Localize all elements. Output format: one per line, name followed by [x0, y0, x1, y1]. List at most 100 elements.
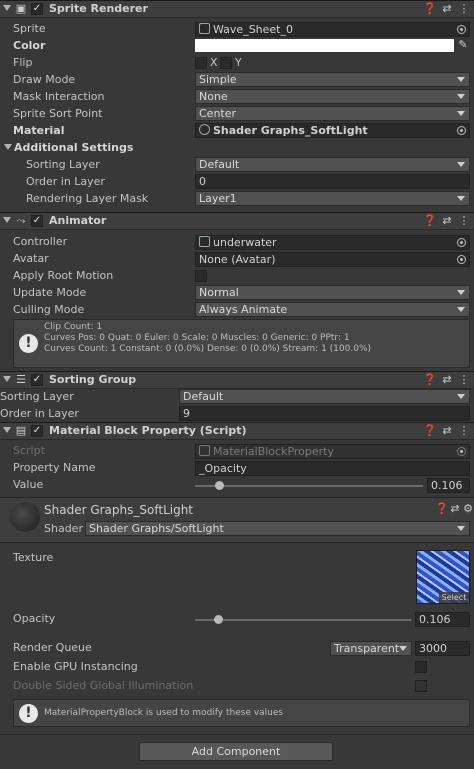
object-picker-icon[interactable] [457, 255, 466, 264]
sg-sorting-layer-value: Default [183, 390, 224, 403]
order-in-layer-field[interactable]: 0 [195, 174, 470, 189]
texture-select-button[interactable]: Select [439, 592, 469, 603]
more-menu-icon[interactable]: ⋮ [458, 374, 470, 386]
opacity-field[interactable]: 0.106 [415, 612, 470, 627]
object-picker-icon[interactable] [457, 126, 466, 135]
chevron-down-icon [457, 394, 465, 399]
help-icon[interactable]: ❓ [423, 425, 437, 437]
more-menu-icon[interactable]: ⋮ [458, 425, 470, 437]
draw-mode-value: Simple [199, 73, 237, 86]
sprite-renderer-enabled-checkbox[interactable]: ✓ [31, 3, 43, 15]
texture-thumbnail[interactable]: Select [416, 550, 470, 604]
script-label: Script [13, 444, 45, 457]
opacity-slider-handle[interactable] [213, 615, 223, 624]
flip-y-checkbox[interactable] [220, 57, 232, 69]
add-component-button[interactable]: Add Component [139, 742, 333, 761]
foldout-icon[interactable] [3, 376, 11, 382]
sg-sorting-layer-dropdown[interactable]: Default [179, 389, 470, 404]
texture-label: Texture [13, 551, 54, 564]
info-icon: ! [19, 334, 38, 353]
info-icon: ! [19, 704, 38, 723]
avatar-field[interactable]: None (Avatar) [195, 252, 470, 267]
sort-point-value: Center [199, 107, 237, 120]
controller-field[interactable]: underwater [195, 235, 470, 250]
controller-label: Controller [13, 235, 68, 248]
value-field[interactable]: 0.106 [427, 478, 470, 493]
sort-point-dropdown[interactable]: Center [195, 106, 470, 121]
script-asset-icon [199, 445, 210, 456]
presets-icon[interactable]: ⇄ [441, 215, 453, 227]
value-slider-track[interactable] [195, 485, 423, 487]
material-preview-sphere [10, 502, 40, 532]
presets-icon[interactable]: ⇄ [441, 425, 453, 437]
flip-x-checkbox[interactable] [195, 57, 207, 69]
foldout-icon[interactable] [3, 217, 11, 223]
culling-mode-label: Culling Mode [13, 303, 85, 316]
opacity-label: Opacity [13, 612, 56, 625]
presets-icon[interactable]: ⇄ [441, 3, 453, 15]
gpu-instancing-checkbox[interactable] [415, 661, 427, 673]
sprite-value: Wave_Sheet_0 [213, 23, 293, 36]
chevron-down-icon [457, 196, 465, 201]
gpu-instancing-label: Enable GPU Instancing [13, 660, 138, 673]
rendering-layer-mask-label: Rendering Layer Mask [26, 192, 149, 205]
property-name-field[interactable]: _Opacity [195, 461, 470, 476]
value-slider-handle[interactable] [215, 481, 225, 490]
property-name-label: Property Name [13, 461, 96, 474]
animator-info-box: ! Clip Count: 1 Curves Pos: 0 Quat: 0 Eu… [13, 319, 470, 368]
controller-asset-icon [199, 236, 210, 247]
foldout-icon[interactable] [3, 5, 11, 11]
chevron-down-icon [457, 94, 465, 99]
mask-interaction-dropdown[interactable]: None [195, 89, 470, 104]
presets-icon[interactable]: ⇄ [449, 503, 461, 515]
sprite-field[interactable]: Wave_Sheet_0 [195, 22, 470, 37]
culling-mode-dropdown[interactable]: Always Animate [195, 302, 470, 317]
apply-root-motion-checkbox[interactable] [195, 270, 207, 282]
sorting-group-header[interactable]: ☰ ✓ Sorting Group ❓ ⇄ ⋮ [0, 371, 474, 389]
render-queue-mode-value: Transparent [334, 642, 400, 655]
help-icon[interactable]: ❓ [423, 215, 437, 227]
sg-order-in-layer-field[interactable]: 9 [179, 406, 470, 421]
material-field[interactable]: Shader Graphs_SoftLight [195, 123, 470, 138]
shader-dropdown[interactable]: Shader Graphs/SoftLight [85, 521, 470, 536]
value-label: Value [13, 478, 44, 491]
opacity-slider-track[interactable] [195, 619, 411, 621]
color-swatch[interactable] [195, 39, 454, 52]
render-queue-mode-dropdown[interactable]: Transparent [330, 641, 412, 656]
draw-mode-dropdown[interactable]: Simple [195, 72, 470, 87]
sorting-group-icon: ☰ [16, 373, 26, 386]
mbp-enabled-checkbox[interactable]: ✓ [31, 425, 43, 437]
order-in-layer-label: Order in Layer [26, 175, 105, 188]
more-menu-icon[interactable]: ⋮ [458, 215, 470, 227]
component-title: Animator [49, 214, 107, 227]
divider [0, 734, 474, 735]
additional-settings-label[interactable]: Additional Settings [14, 140, 133, 156]
component-title: Sorting Group [49, 373, 137, 386]
avatar-value: None (Avatar) [199, 253, 276, 266]
presets-icon[interactable]: ⇄ [441, 374, 453, 386]
render-queue-field[interactable]: 3000 [415, 641, 470, 656]
help-icon[interactable]: ❓ [435, 503, 449, 515]
additional-settings-foldout-icon[interactable] [4, 144, 12, 150]
foldout-icon[interactable] [3, 427, 11, 433]
update-mode-dropdown[interactable]: Normal [195, 285, 470, 300]
help-icon[interactable]: ❓ [423, 3, 437, 15]
material-value: Shader Graphs_SoftLight [213, 124, 368, 137]
divider [0, 542, 474, 543]
animator-enabled-checkbox[interactable]: ✓ [31, 215, 43, 227]
sort-point-label: Sprite Sort Point [13, 107, 103, 120]
sorting-layer-dropdown[interactable]: Default [195, 157, 470, 172]
sprite-renderer-header[interactable]: ▣ ✓ Sprite Renderer ❓ ⇄ ⋮ [0, 0, 474, 18]
chevron-down-icon [457, 290, 465, 295]
object-picker-icon[interactable] [457, 238, 466, 247]
material-block-property-header[interactable]: ▤ ✓ Material Block Property (Script) ❓ ⇄… [0, 422, 474, 440]
help-icon[interactable]: ❓ [423, 374, 437, 386]
more-menu-icon[interactable]: ⋮ [458, 3, 470, 15]
animator-header[interactable]: ⤳ ✓ Animator ❓ ⇄ ⋮ [0, 212, 474, 230]
object-picker-icon[interactable] [457, 25, 466, 34]
sorting-group-enabled-checkbox[interactable]: ✓ [31, 374, 43, 386]
rendering-layer-mask-dropdown[interactable]: Layer1 [195, 191, 470, 206]
gear-icon[interactable]: ⚙ [462, 503, 474, 515]
eyedropper-icon[interactable]: ✎ [457, 39, 469, 51]
sprite-renderer-icon: ▣ [15, 2, 27, 15]
